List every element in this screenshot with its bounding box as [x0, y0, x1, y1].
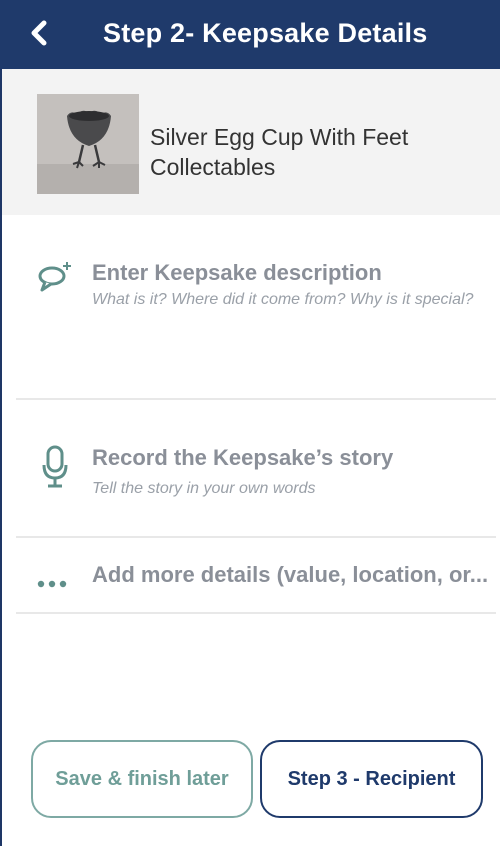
item-name: Silver Egg Cup With Feet Collectables	[150, 124, 409, 180]
description-row[interactable]: Enter Keepsake description What is it? W…	[2, 215, 500, 398]
save-finish-later-button[interactable]: Save & finish later	[31, 740, 253, 818]
header-bar: Step 2- Keepsake Details	[0, 0, 500, 69]
record-story-subtitle: Tell the story in your own words	[92, 480, 316, 497]
step-3-recipient-button[interactable]: Step 3 - Recipient	[260, 740, 483, 818]
keepsake-item-card: Silver Egg Cup With Feet Collectables	[2, 69, 500, 215]
page-title: Step 2- Keepsake Details	[103, 18, 428, 48]
divider	[16, 612, 496, 614]
record-story-row[interactable]: Record the Keepsake’s story Tell the sto…	[2, 400, 500, 536]
more-dots-icon	[37, 575, 67, 593]
microphone-icon	[42, 445, 68, 494]
item-thumbnail	[37, 94, 139, 194]
more-details-row[interactable]: Add more details (value, location, or...	[2, 538, 500, 612]
back-button[interactable]	[24, 20, 54, 50]
more-details-title: Add more details (value, location, or...	[92, 562, 489, 587]
chevron-left-icon	[29, 20, 49, 51]
record-story-title: Record the Keepsake’s story	[92, 445, 394, 470]
description-title: Enter Keepsake description	[92, 260, 382, 285]
speech-bubble-plus-icon	[38, 259, 74, 300]
screen: Step 2- Keepsake Details Silver Egg Cup …	[0, 0, 500, 846]
description-subtitle: What is it? Where did it come from? Why …	[92, 291, 474, 308]
